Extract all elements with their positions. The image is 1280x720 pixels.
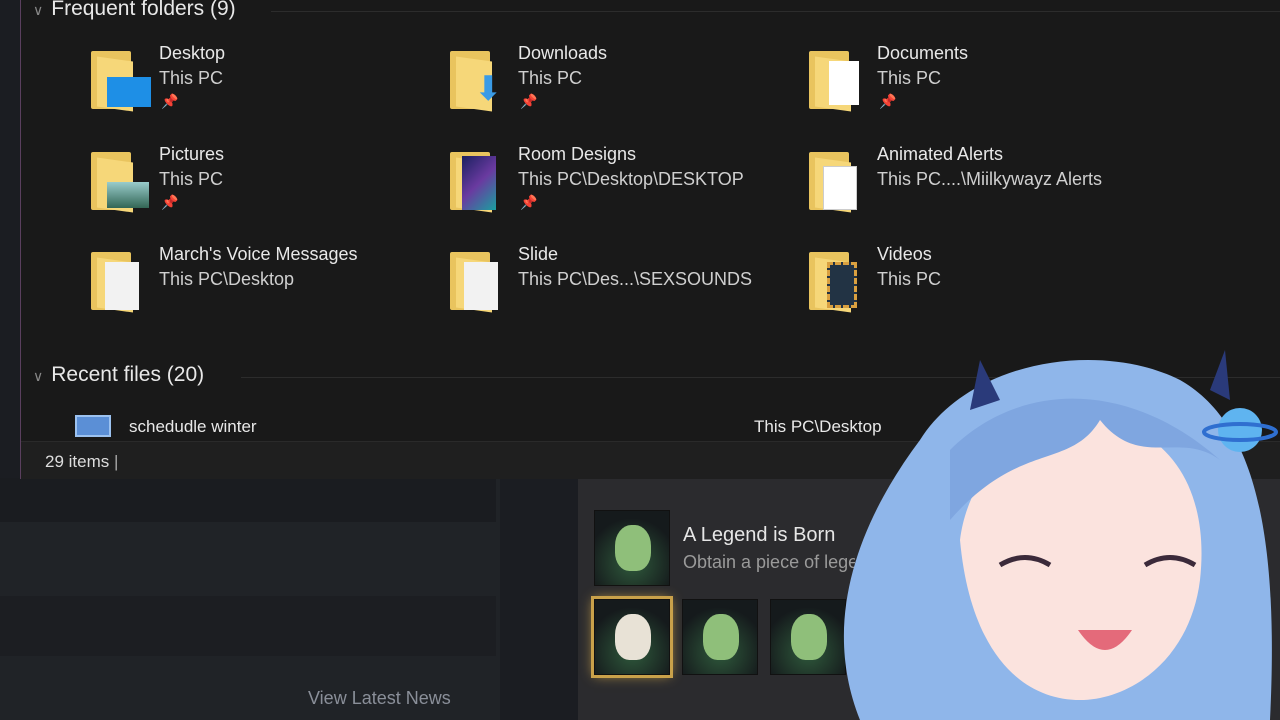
divider: [271, 11, 1280, 12]
section-label: Recent files (20): [51, 363, 205, 386]
pin-icon[interactable]: 📌: [161, 93, 178, 110]
folder-name: March's Voice Messages: [159, 244, 358, 264]
background-block: [0, 478, 496, 522]
folder-item[interactable]: Videos This PC: [805, 244, 1145, 324]
folder-item[interactable]: Animated Alerts This PC....\Miilkywayz A…: [805, 144, 1145, 224]
frequent-folders-header[interactable]: ∨ Frequent folders (9): [33, 0, 236, 21]
vtuber-avatar: [843, 350, 1278, 720]
recent-files-header[interactable]: ∨ Recent files (20): [33, 363, 204, 387]
folder-path: This PC\Desktop\DESKTOP: [518, 169, 744, 189]
pin-icon[interactable]: 📌: [879, 93, 896, 110]
pictures-folder-icon: [87, 148, 149, 213]
folder-item[interactable]: Slide This PC\Des...\SEXSOUNDS: [446, 244, 786, 324]
folder-name: Animated Alerts: [877, 144, 1004, 164]
folder-path: This PC: [877, 269, 942, 289]
videos-folder-icon: [805, 248, 867, 313]
desktop-folder-icon: [87, 47, 151, 112]
folder-name: Videos: [877, 244, 932, 264]
item-count: 29 items: [45, 452, 110, 471]
folder-item[interactable]: Desktop This PC 📌: [87, 43, 427, 123]
folder-path: This PC: [518, 68, 583, 88]
folder-name: Documents: [877, 43, 969, 63]
audio-folder-icon: [446, 248, 508, 313]
folder-icon: [805, 148, 867, 213]
folder-path: This PC: [159, 68, 224, 88]
folder-path: This PC: [877, 68, 942, 88]
folder-item[interactable]: ⬇ Downloads This PC 📌: [446, 43, 786, 123]
documents-folder-icon: [805, 47, 867, 112]
folder-path: This PC....\Miilkywayz Alerts: [877, 169, 1103, 189]
background-block: [0, 596, 496, 656]
folder-name: Desktop: [159, 43, 226, 63]
folder-item[interactable]: Pictures This PC 📌: [87, 144, 427, 224]
folder-path: This PC: [159, 169, 224, 189]
pin-icon[interactable]: 📌: [161, 194, 178, 211]
downloads-folder-icon: ⬇: [446, 47, 508, 112]
folder-name: Downloads: [518, 43, 608, 63]
section-label: Frequent folders (9): [51, 0, 236, 20]
folder-path: This PC\Des...\SEXSOUNDS: [518, 269, 753, 289]
image-file-icon: [75, 415, 111, 437]
audio-folder-icon: [87, 248, 149, 313]
achievement-icon[interactable]: [594, 510, 670, 586]
folder-item[interactable]: March's Voice Messages This PC\Desktop: [87, 244, 427, 324]
folder-name: Room Designs: [518, 144, 637, 164]
file-name: schedudle winter: [129, 417, 257, 436]
folder-name: Slide: [518, 244, 559, 264]
folder-path: This PC\Desktop: [159, 269, 295, 289]
pin-icon[interactable]: 📌: [520, 194, 537, 211]
folder-name: Pictures: [159, 144, 225, 164]
chevron-down-icon[interactable]: ∨: [33, 2, 43, 18]
chevron-down-icon[interactable]: ∨: [33, 368, 43, 384]
folder-item[interactable]: Room Designs This PC\Desktop\DESKTOP 📌: [446, 144, 786, 224]
achievement-icon-selected[interactable]: [591, 596, 673, 678]
view-latest-news-link[interactable]: View Latest News: [308, 688, 451, 709]
achievement-icon[interactable]: [682, 599, 758, 675]
pin-icon[interactable]: 📌: [520, 93, 537, 110]
folder-item[interactable]: Documents This PC 📌: [805, 43, 1145, 123]
image-folder-icon: [446, 148, 508, 213]
